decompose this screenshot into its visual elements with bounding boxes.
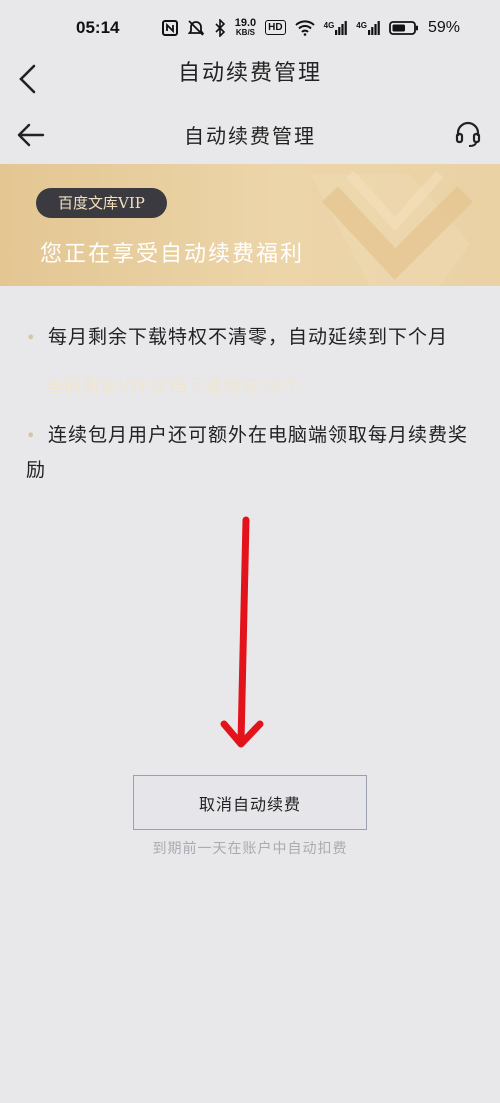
benefit-text: 连续包月用户还可额外在电脑端领取每月续费奖励 bbox=[26, 424, 469, 481]
status-time: 05:14 bbox=[76, 18, 120, 37]
outer-page-title: 自动续费管理 bbox=[177, 61, 322, 86]
speed-unit: KB/S bbox=[235, 28, 256, 37]
signal-2: 4G bbox=[356, 20, 380, 35]
cancel-auto-renew-button[interactable]: 取消自动续费 bbox=[133, 775, 367, 830]
vip-emblem-decoration bbox=[310, 170, 473, 286]
wifi-icon bbox=[294, 19, 315, 36]
inner-header: 自动续费管理 bbox=[0, 106, 500, 164]
benefit-item: • 连续包月用户还可额外在电脑端领取每月续费奖励 bbox=[26, 418, 486, 488]
net-label-1: 4G bbox=[323, 20, 335, 30]
headset-icon[interactable] bbox=[454, 120, 482, 148]
status-icons: 19.0 KB/S HD 4G 4G 59% bbox=[161, 18, 460, 37]
net-label-2: 4G bbox=[356, 20, 367, 30]
remaining-privilege-note: 当前剩余VIP文档下载特权28个 bbox=[46, 377, 302, 397]
hd-badge: HD bbox=[265, 20, 286, 35]
page-title: 自动续费管理 bbox=[184, 124, 316, 148]
bullet: • bbox=[26, 328, 37, 347]
signal-1: 4G bbox=[323, 20, 348, 35]
network-speed: 19.0 KB/S bbox=[235, 18, 256, 37]
bullet: • bbox=[26, 426, 37, 445]
renew-note: 到期前一天在账户中自动扣费 bbox=[152, 841, 348, 857]
banner-headline: 您正在享受自动续费福利 bbox=[40, 242, 305, 267]
mute-icon bbox=[187, 19, 205, 36]
benefit-text: 每月剩余下载特权不清零，自动延续到下个月 bbox=[48, 326, 449, 348]
red-down-arrow-annotation bbox=[220, 516, 264, 748]
outer-header: 自动续费管理 bbox=[0, 58, 500, 106]
nfc-icon bbox=[161, 19, 178, 36]
vip-banner: 百度文库VIP 您正在享受自动续费福利 bbox=[0, 164, 500, 286]
vip-badge: 百度文库VIP bbox=[36, 188, 167, 218]
battery-icon bbox=[389, 20, 418, 35]
battery-percent: 59% bbox=[427, 18, 460, 36]
benefit-item: • 每月剩余下载特权不清零，自动延续到下个月 bbox=[26, 320, 486, 355]
bluetooth-icon bbox=[215, 18, 225, 37]
signal-bars-icon bbox=[335, 20, 348, 35]
signal-bars-icon bbox=[367, 20, 380, 35]
status-bar: 05:14 19.0 KB/S HD 4G 4G 59% bbox=[0, 0, 500, 58]
